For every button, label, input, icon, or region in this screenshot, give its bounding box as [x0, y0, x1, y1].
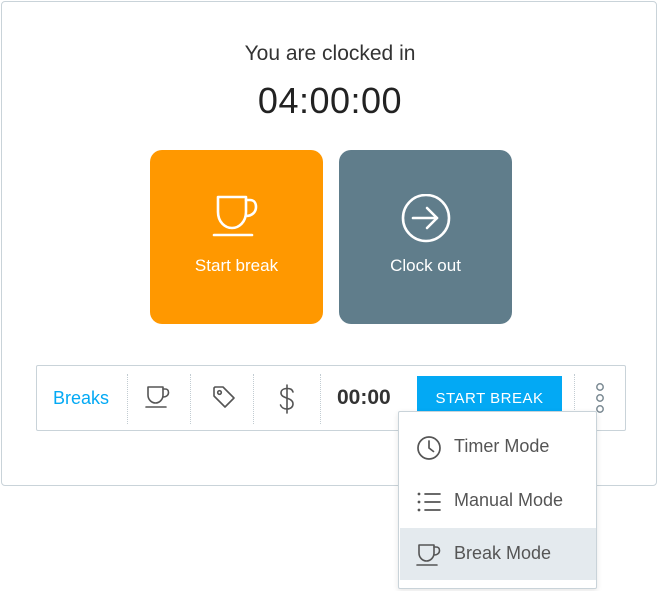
menu-item-label: Manual Mode — [454, 490, 564, 510]
clock-out-button[interactable]: Clock out — [339, 150, 512, 324]
arrow-circle-right-icon — [339, 193, 512, 251]
tag-icon[interactable] — [211, 384, 237, 415]
coffee-cup-icon[interactable] — [145, 384, 171, 415]
menu-item-label: Break Mode — [454, 543, 552, 563]
list-icon — [416, 489, 442, 520]
coffee-cup-icon — [150, 194, 323, 243]
break-timer: 00:00 — [337, 386, 391, 409]
menu-item-label: Timer Mode — [454, 436, 550, 456]
menu-item-timer-mode[interactable]: Timer Mode — [400, 421, 596, 473]
toolbar-divider — [127, 374, 128, 424]
start-break-button[interactable]: Start break — [150, 150, 323, 324]
toolbar-divider — [253, 374, 254, 424]
breaks-mode-label[interactable]: Breaks — [53, 388, 109, 409]
clock-out-label: Clock out — [390, 256, 461, 275]
dollar-icon[interactable] — [275, 384, 299, 419]
toolbar-divider — [190, 374, 191, 424]
clock-icon — [416, 435, 442, 466]
toolbar-divider — [320, 374, 321, 424]
mode-dropdown-menu: Timer Mode Manual Mode Break Mode — [398, 411, 597, 589]
start-break-label: Start break — [194, 256, 279, 275]
clock-status-text: You are clocked in — [244, 42, 416, 65]
menu-item-break-mode[interactable]: Break Mode — [400, 528, 596, 580]
coffee-cup-icon — [416, 542, 442, 573]
menu-item-manual-mode[interactable]: Manual Mode — [400, 475, 596, 527]
elapsed-time-display: 04:00:00 — [257, 80, 403, 121]
